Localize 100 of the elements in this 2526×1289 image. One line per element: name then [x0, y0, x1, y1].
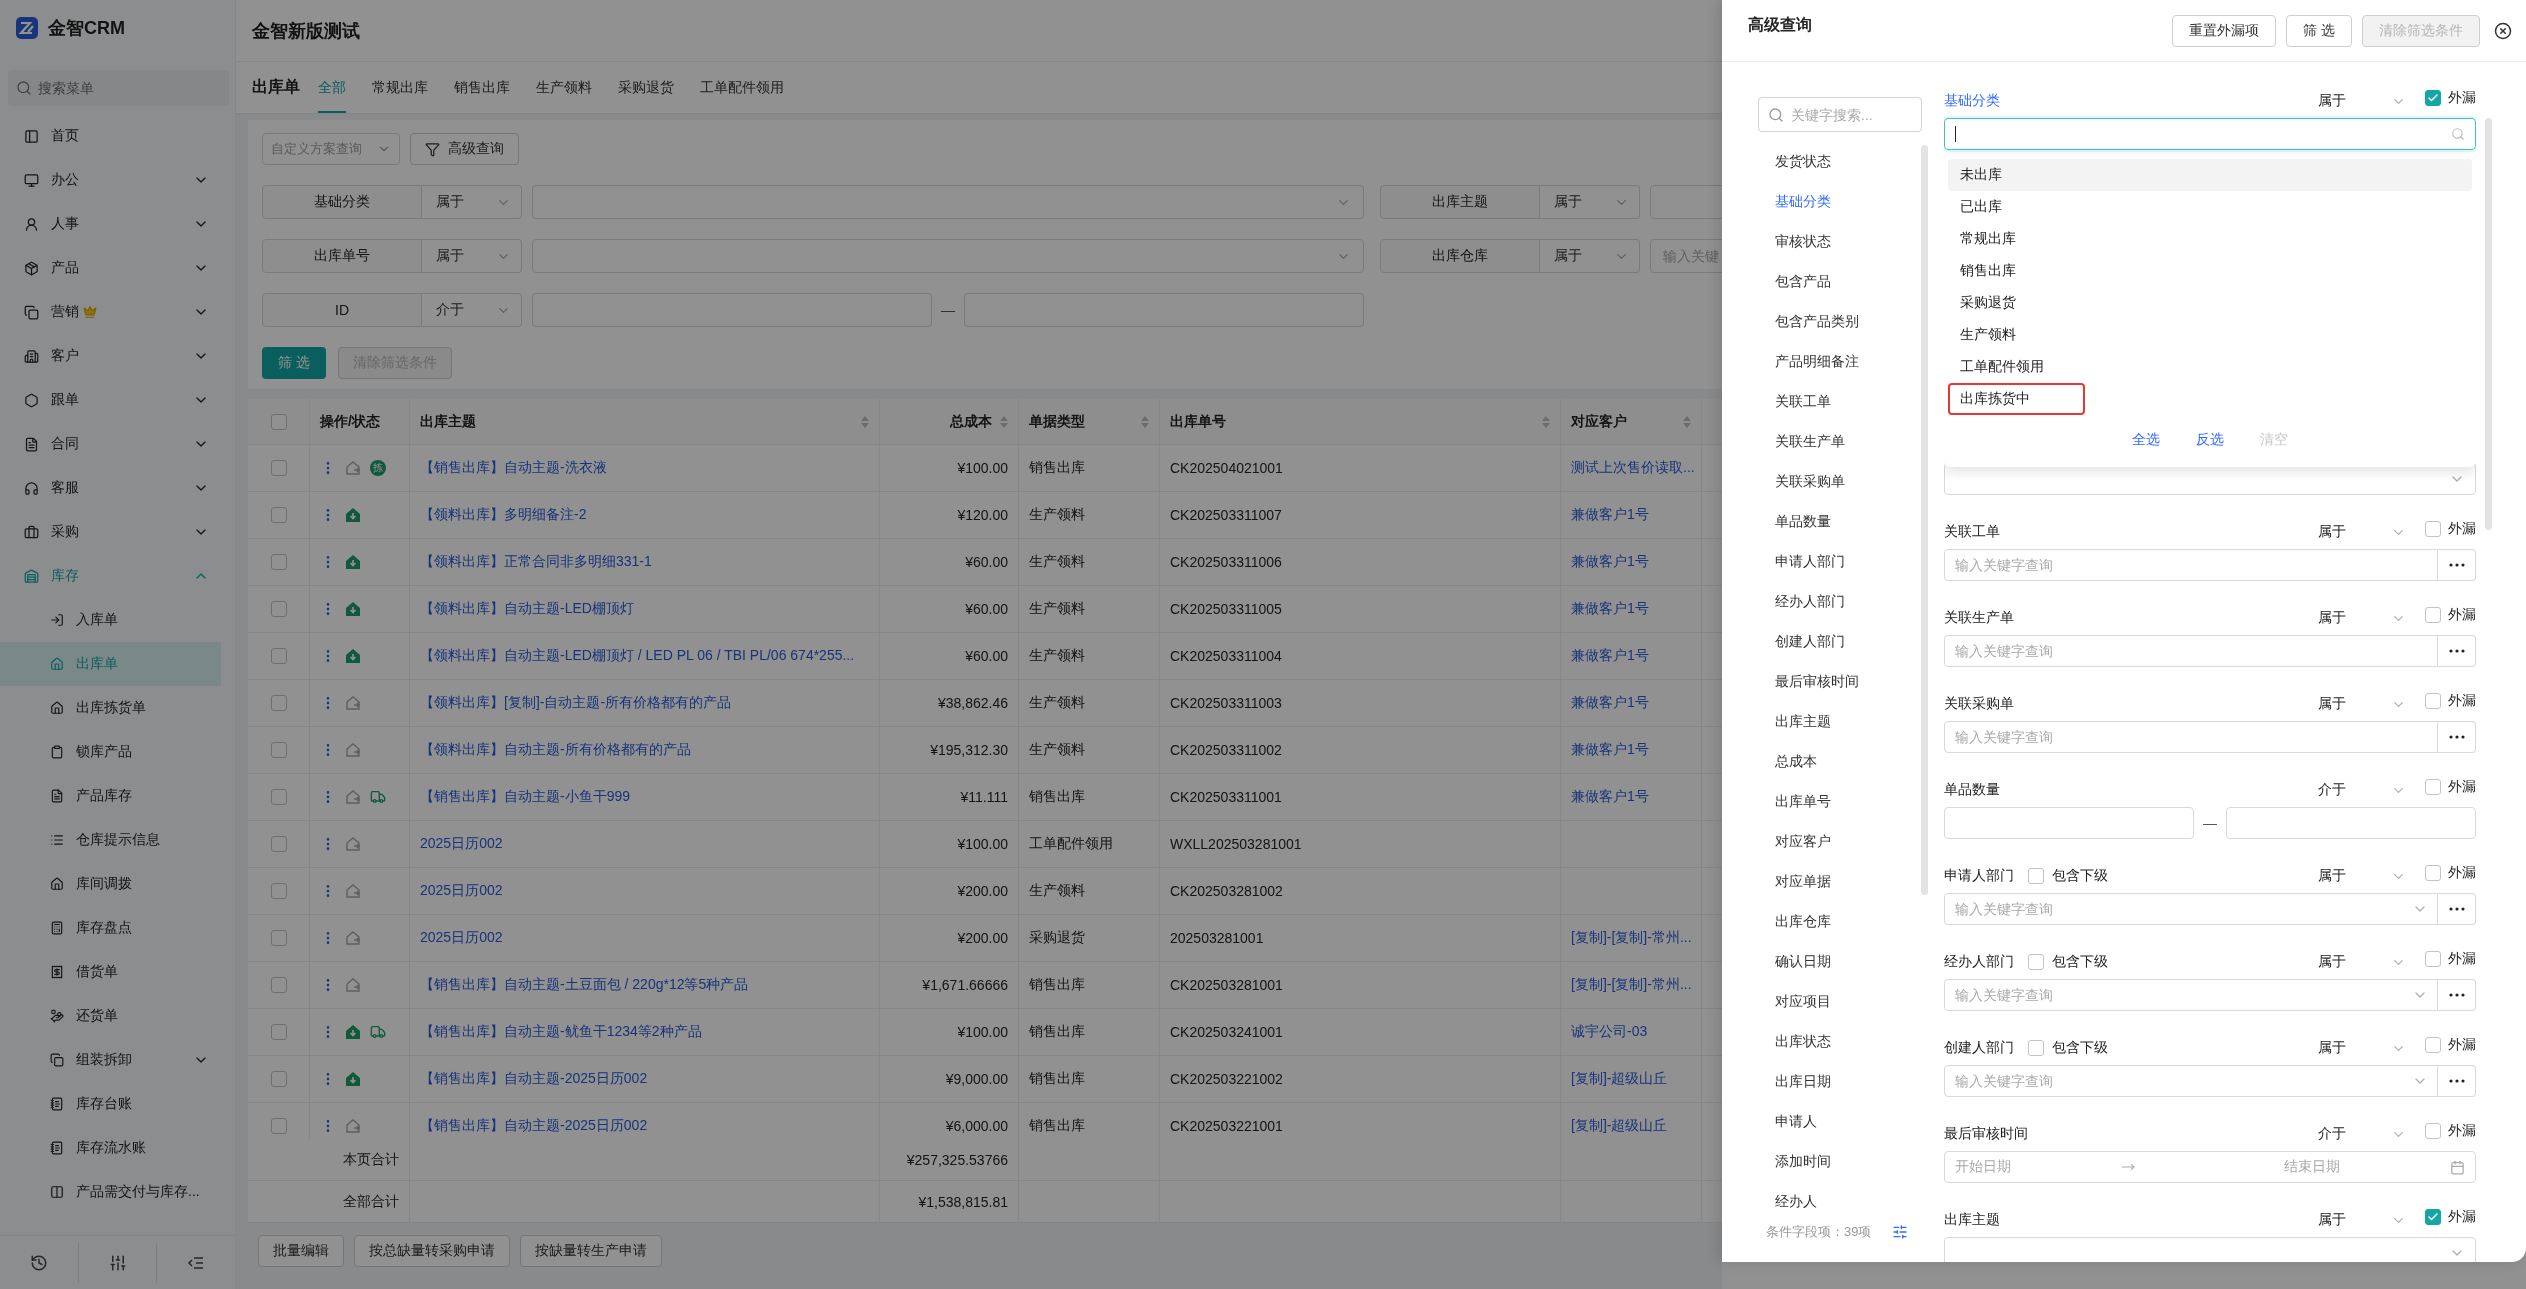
row-checkbox[interactable] [270, 695, 287, 711]
more-button[interactable] [2438, 893, 2476, 925]
nav-subitem[interactable]: 锁库产品 [0, 730, 235, 774]
operator-select[interactable]: 属于 [2318, 1039, 2408, 1057]
row-checkbox[interactable] [270, 977, 287, 993]
operator-select[interactable]: 属于 [422, 239, 522, 273]
nav-item[interactable]: 人事 [0, 202, 235, 246]
external-checkbox[interactable] [2425, 693, 2441, 709]
subject-link[interactable]: 【领料出库】自动主题-所有价格都有的产品 [420, 741, 691, 759]
subject-link[interactable]: 【销售出库】自动主题-2025日历002 [420, 1070, 648, 1088]
tab[interactable]: 生产领料 [536, 62, 592, 113]
subject-link[interactable]: 2025日历002 [420, 835, 503, 853]
nav-subitem[interactable]: 仓库提示信息 [0, 818, 235, 862]
row-checkbox[interactable] [270, 460, 287, 476]
customer-link[interactable]: 诚宇公司-03 [1571, 1023, 1648, 1041]
subject-link[interactable]: 【领料出库】正常合同非多明细331-1 [420, 553, 652, 571]
keyword-field[interactable]: 输入关键字查询 [1944, 549, 2438, 581]
menu-search-field[interactable]: 搜索菜单 [8, 70, 229, 106]
external-checkbox[interactable] [2425, 951, 2441, 967]
nav-subitem[interactable]: 出库拣货单 [0, 686, 235, 730]
scrollbar[interactable] [2485, 118, 2492, 530]
nav-subitem[interactable]: 借货单 [0, 950, 235, 994]
row-checkbox[interactable] [270, 1071, 287, 1087]
dropdown-action-link[interactable]: 全选 [2132, 431, 2160, 449]
external-checkbox[interactable] [2425, 1123, 2441, 1139]
external-checkbox[interactable] [2425, 865, 2441, 881]
operator-select[interactable]: 属于 [2318, 609, 2408, 627]
filter-select[interactable] [532, 185, 1364, 219]
more-button[interactable] [2438, 721, 2476, 753]
dropdown-option[interactable]: 销售出库 [1948, 255, 2472, 287]
scrollbar[interactable] [1921, 145, 1928, 895]
dropdown-option[interactable]: 未出库 [1948, 159, 2472, 191]
subject-link[interactable]: 【领料出库】多明细备注-2 [420, 506, 587, 524]
operator-select[interactable]: 属于 [422, 185, 522, 219]
nav-subitem[interactable]: 库间调拨 [0, 862, 235, 906]
subject-link[interactable]: 【销售出库】自动主题-鱿鱼干1234等2种产品 [420, 1023, 702, 1041]
sort-icon[interactable] [1000, 415, 1008, 428]
row-checkbox[interactable] [270, 601, 287, 617]
include-sub-checkbox[interactable] [2028, 868, 2044, 884]
row-checkbox[interactable] [270, 930, 287, 946]
customer-link[interactable]: 兼做客户1号 [1571, 694, 1649, 712]
keyword-field[interactable]: 输入关键字查询 [1944, 721, 2438, 753]
nav-item[interactable]: 跟单 [0, 378, 235, 422]
customer-link[interactable]: [复制]-超级山丘 [1571, 1117, 1668, 1135]
row-checkbox[interactable] [270, 507, 287, 523]
condition-field-item[interactable]: 出库日期 [1758, 1062, 1928, 1102]
subject-link[interactable]: 【领料出库】[复制]-自动主题-所有价格都有的产品 [420, 694, 732, 712]
external-checkbox[interactable] [2425, 607, 2441, 623]
condition-field-item[interactable]: 添加时间 [1758, 1142, 1928, 1182]
operator-select[interactable]: 介于 [2318, 1125, 2408, 1143]
tab[interactable]: 采购退货 [618, 62, 674, 113]
nav-subitem[interactable]: 组装拆卸 [0, 1038, 235, 1082]
subject-link[interactable]: 2025日历002 [420, 929, 503, 947]
more-button[interactable] [2438, 1065, 2476, 1097]
include-sub-checkbox[interactable] [2028, 954, 2044, 970]
keyword-select-field[interactable]: 输入关键字查询 [1944, 893, 2438, 925]
tab[interactable]: 销售出库 [454, 62, 510, 113]
select-field[interactable] [1944, 1237, 2476, 1262]
operator-select[interactable]: 属于 [2318, 92, 2408, 110]
row-checkbox[interactable] [270, 789, 287, 805]
bulk-action-button[interactable]: 按总缺量转采购申请 [354, 1235, 510, 1267]
range-end-field[interactable] [2226, 807, 2476, 839]
dropdown-option[interactable]: 采购退货 [1948, 287, 2472, 319]
customer-link[interactable]: 测试上次售价读取... [1571, 459, 1695, 477]
tab[interactable]: 常规出库 [372, 62, 428, 113]
tab[interactable]: 工单配件领用 [700, 62, 784, 113]
sliders-icon[interactable] [1892, 1224, 1908, 1240]
external-checkbox[interactable] [2425, 521, 2441, 537]
range-start-field[interactable] [1944, 807, 2194, 839]
sort-icon[interactable] [1141, 415, 1149, 428]
keyword-select-field[interactable]: 输入关键字查询 [1944, 979, 2438, 1011]
operator-select[interactable]: 属于 [2318, 1211, 2408, 1229]
nav-item[interactable]: 营销 [0, 290, 235, 334]
customer-link[interactable]: 兼做客户1号 [1571, 553, 1649, 571]
field-search-field[interactable]: 关键字搜索... [1758, 97, 1922, 132]
external-checkbox[interactable] [2425, 1209, 2441, 1225]
dropdown-option[interactable]: 已出库 [1948, 191, 2472, 223]
row-checkbox[interactable] [270, 742, 287, 758]
nav-subitem[interactable]: 库存流水账 [0, 1126, 235, 1170]
row-checkbox[interactable] [270, 883, 287, 899]
subject-link[interactable]: 2025日历002 [420, 882, 503, 900]
column-header[interactable]: 总成本 [890, 412, 1008, 431]
external-checkbox[interactable] [2425, 1037, 2441, 1053]
subject-link[interactable]: 【领料出库】自动主题-LED棚顶灯 / LED PL 06 / TBI PL/06 674*255... [420, 647, 855, 665]
advanced-query-button[interactable]: 高级查询 [410, 133, 519, 165]
filter-select[interactable] [532, 239, 1364, 273]
operator-select[interactable]: 属于 [2318, 953, 2408, 971]
subject-link[interactable]: 【领料出库】自动主题-LED棚顶灯 [420, 600, 634, 618]
sort-icon[interactable] [1683, 415, 1691, 428]
nav-item[interactable]: 合同 [0, 422, 235, 466]
dropdown-option[interactable]: 出库拣货中 [1948, 383, 2085, 415]
row-checkbox[interactable] [270, 1118, 287, 1134]
more-button[interactable] [2438, 979, 2476, 1011]
condition-field-item[interactable]: 申请人 [1758, 1102, 1928, 1142]
row-checkbox[interactable] [270, 1024, 287, 1040]
subject-link[interactable]: 【销售出库】自动主题-洗衣液 [420, 459, 607, 477]
operator-select[interactable]: 介于 [422, 293, 522, 327]
nav-subitem[interactable]: 还货单 [0, 994, 235, 1038]
operator-select[interactable]: 属于 [1540, 185, 1640, 219]
operator-select[interactable]: 属于 [2318, 695, 2408, 713]
